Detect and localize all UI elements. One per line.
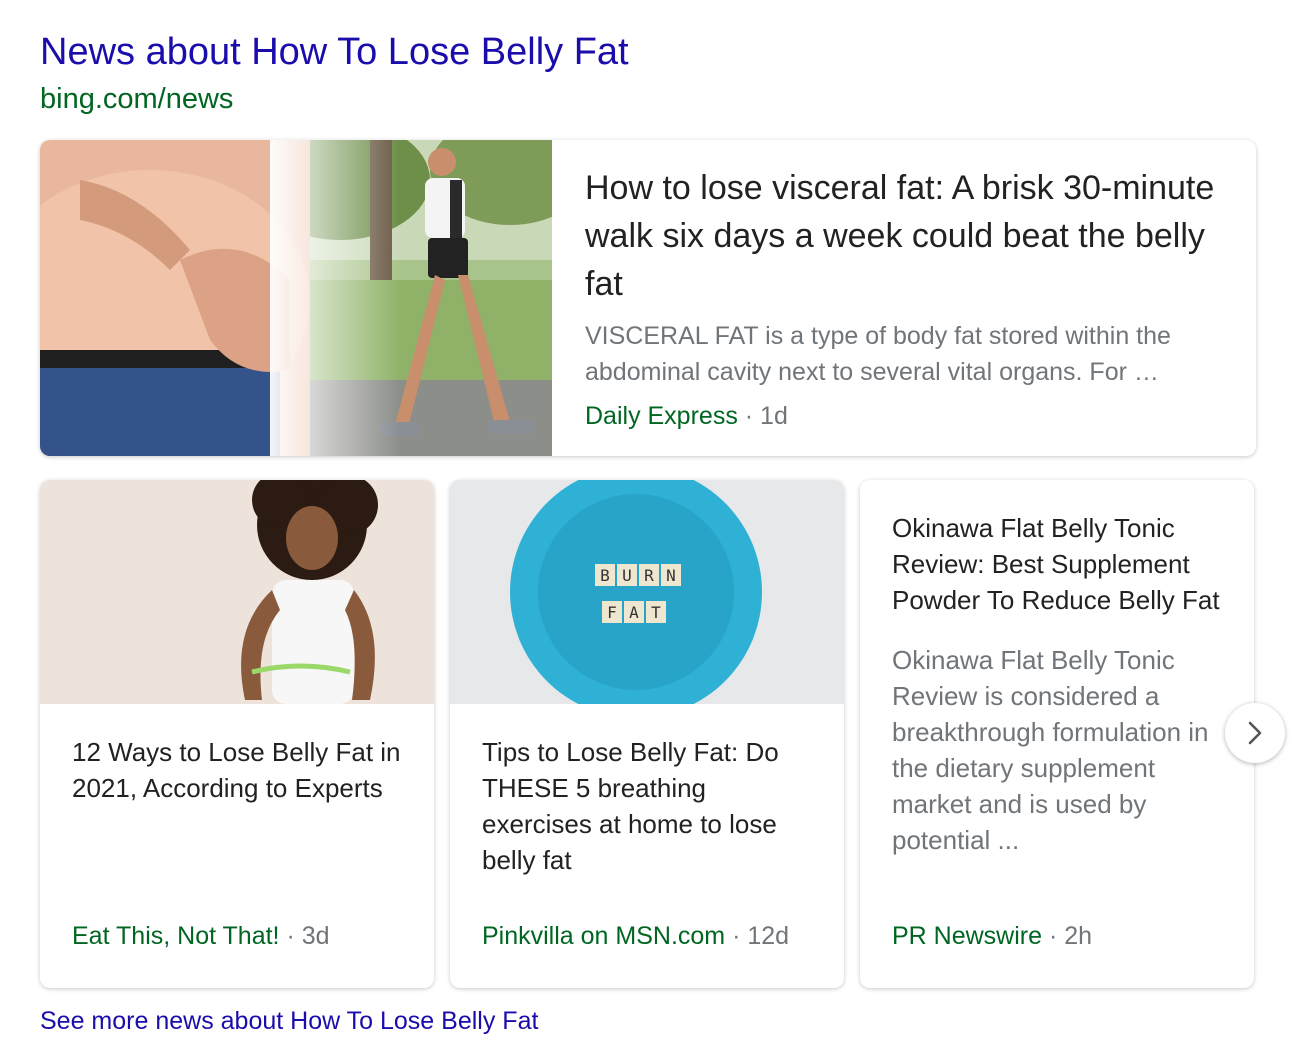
- card-attribution: Pinkvilla on MSN.com · 12d: [482, 918, 789, 954]
- tile-letter: N: [666, 566, 676, 585]
- news-card[interactable]: B U R N F A T Tips to Lose Belly Fat: Do…: [450, 480, 844, 988]
- card-attribution: Eat This, Not That! · 3d: [72, 918, 330, 954]
- news-heading-link[interactable]: News about How To Lose Belly Fat: [40, 28, 629, 76]
- featured-image: [40, 140, 552, 456]
- card-image: [40, 480, 434, 704]
- tile-letter: A: [629, 603, 639, 622]
- source-url: bing.com/news: [40, 83, 234, 115]
- card-source: PR Newswire: [892, 922, 1043, 950]
- card-age: · 2h: [1048, 922, 1093, 950]
- tile-letter: T: [651, 603, 661, 622]
- news-card[interactable]: Okinawa Flat Belly Tonic Review: Best Su…: [860, 480, 1254, 988]
- chevron-right-icon: [1248, 721, 1262, 745]
- featured-attribution: Daily Express · 1d: [585, 398, 1225, 434]
- card-image: B U R N F A T: [450, 480, 844, 704]
- featured-snippet: VISCERAL FAT is a type of body fat store…: [585, 322, 1171, 386]
- featured-source: Daily Express: [585, 402, 738, 430]
- tile-letter: R: [644, 566, 654, 585]
- tile-letter: B: [600, 566, 610, 585]
- card-title[interactable]: Tips to Lose Belly Fat: Do THESE 5 breat…: [482, 734, 822, 878]
- featured-age: · 1d: [744, 402, 788, 430]
- card-age: · 3d: [286, 922, 330, 950]
- card-source: Pinkvilla on MSN.com: [482, 922, 726, 950]
- card-title[interactable]: 12 Ways to Lose Belly Fat in 2021, Accor…: [72, 734, 412, 806]
- card-age: · 12d: [732, 922, 790, 950]
- card-source: Eat This, Not That!: [72, 922, 280, 950]
- card-title[interactable]: Okinawa Flat Belly Tonic Review: Best Su…: [892, 510, 1232, 618]
- featured-news-card[interactable]: How to lose visceral fat: A brisk 30-min…: [40, 140, 1256, 456]
- tile-letter: U: [622, 566, 632, 585]
- featured-title[interactable]: How to lose visceral fat: A brisk 30-min…: [585, 164, 1225, 308]
- news-card[interactable]: 12 Ways to Lose Belly Fat in 2021, Accor…: [40, 480, 434, 988]
- tile-letter: F: [607, 603, 617, 622]
- card-attribution: PR Newswire · 2h: [892, 918, 1092, 954]
- carousel-next-button[interactable]: [1225, 703, 1285, 763]
- card-snippet: Okinawa Flat Belly Tonic Review is consi…: [892, 645, 1209, 855]
- see-more-news-link[interactable]: See more news about How To Lose Belly Fa…: [40, 1004, 538, 1038]
